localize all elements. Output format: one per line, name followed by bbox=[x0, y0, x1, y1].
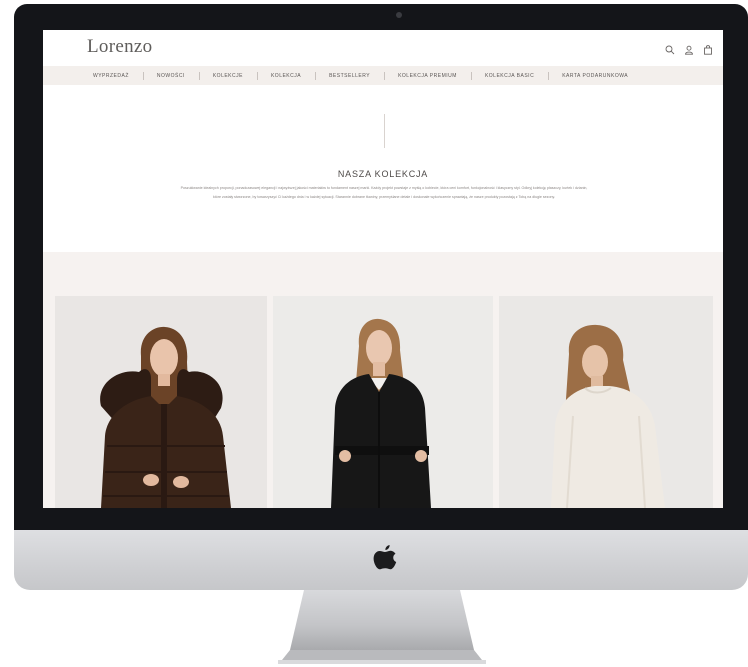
product-card-brown-jacket[interactable] bbox=[55, 296, 267, 508]
nav-item-kolekcja[interactable]: KOLEKCJA bbox=[256, 71, 315, 80]
product-card-cream-sweater[interactable] bbox=[499, 296, 713, 508]
decorative-divider bbox=[384, 114, 385, 148]
nav-item-kolekcje[interactable]: KOLEKCJE bbox=[198, 71, 257, 80]
collection-description: Poszukiwanie idealnych proporcji, ponadc… bbox=[180, 186, 588, 199]
nav-item-karta-podarunkowa[interactable]: KARTA PODARUNKOWA bbox=[548, 71, 642, 80]
product-image-cream-sweater bbox=[499, 296, 713, 508]
nav-item-kolekcja-premium[interactable]: KOLEKCJA PREMIUM bbox=[384, 71, 471, 80]
product-image-black-coat bbox=[273, 296, 493, 508]
nav-item-wyprzedaz[interactable]: WYPRZEDAŻ bbox=[79, 73, 143, 79]
apple-logo-icon bbox=[373, 545, 397, 570]
camera-icon bbox=[396, 12, 402, 18]
monitor-stand bbox=[278, 590, 486, 664]
site-header: Lorenzo bbox=[43, 30, 723, 66]
product-card-black-coat[interactable] bbox=[273, 296, 493, 508]
main-navigation: WYPRZEDAŻ NOWOŚCI KOLEKCJE KOLEKCJA BEST… bbox=[43, 66, 723, 85]
product-image-brown-jacket bbox=[55, 296, 267, 508]
nav-item-bestsellery[interactable]: BESTSELLERY bbox=[315, 71, 384, 80]
section-title: NASZA KOLEKCJA bbox=[337, 169, 429, 179]
search-icon[interactable] bbox=[665, 42, 675, 55]
brand-logo[interactable]: Lorenzo bbox=[87, 36, 152, 58]
shopping-bag-icon[interactable] bbox=[703, 42, 713, 55]
nav-item-nowosci[interactable]: NOWOŚCI bbox=[142, 71, 199, 80]
website-screen: Lorenzo WYPRZEDAŻ NOWOŚCI KOLEKCJE KOLEK… bbox=[43, 30, 723, 508]
nav-item-kolekcja-basic[interactable]: KOLEKCJA BASIC bbox=[470, 71, 548, 80]
header-icons bbox=[665, 42, 713, 55]
user-icon[interactable] bbox=[684, 42, 694, 55]
